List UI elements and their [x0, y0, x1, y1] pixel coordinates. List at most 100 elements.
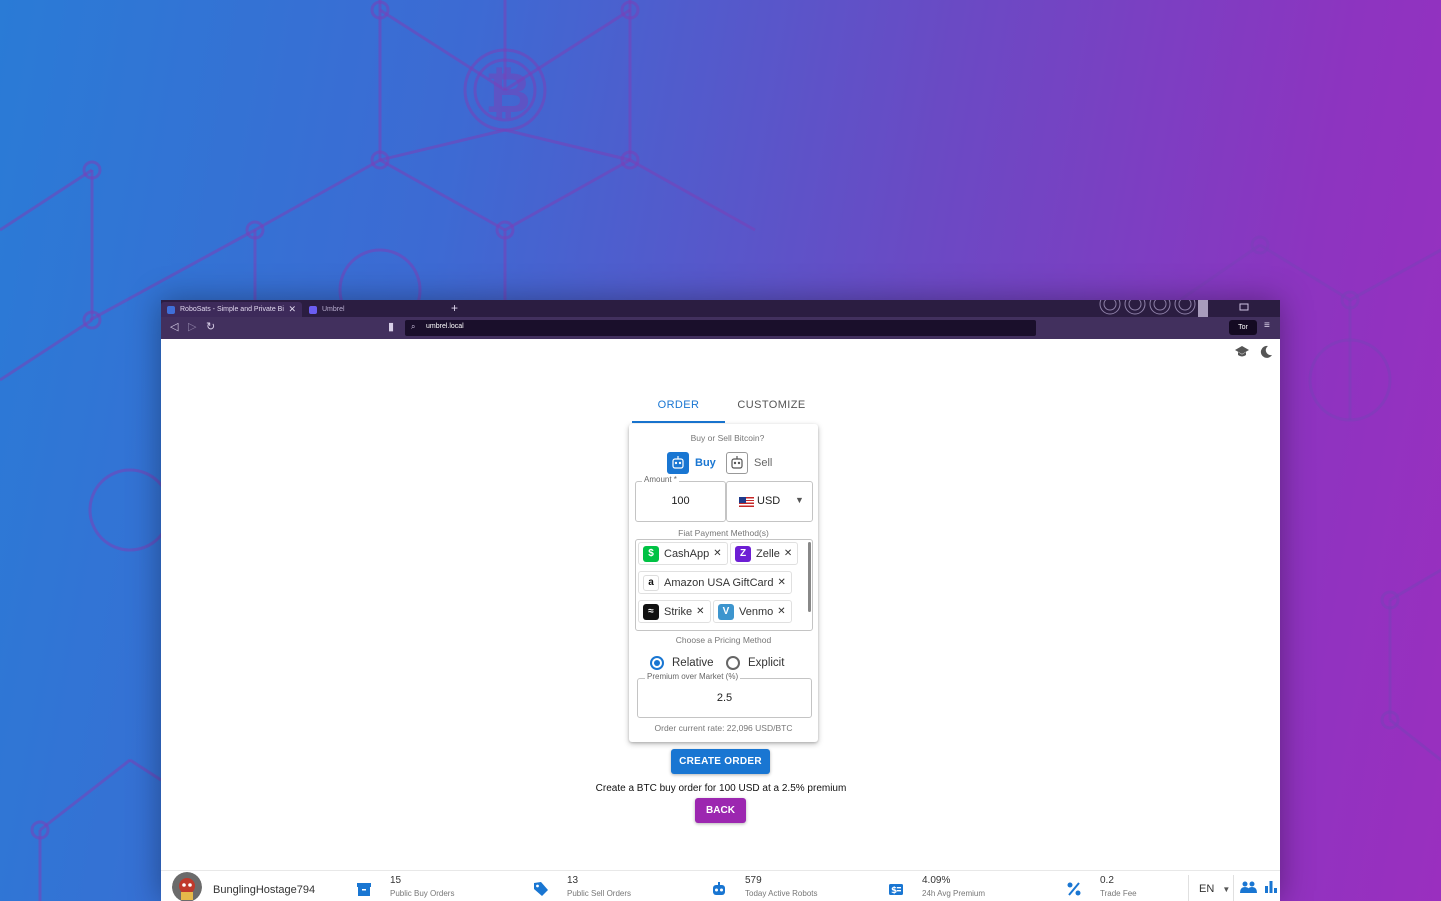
strike-icon: ≈	[643, 603, 659, 620]
stat-label: Trade Fee	[1100, 889, 1137, 898]
dropdown-arrow-icon: ▼	[795, 495, 804, 505]
radio-explicit-label: Explicit	[748, 657, 785, 669]
robot-avatar[interactable]	[172, 872, 202, 901]
chip-label: CashApp	[664, 547, 710, 560]
close-tab-icon[interactable]: ✕	[288, 304, 296, 315]
inventory-icon	[357, 883, 371, 896]
create-order-button[interactable]: CREATE ORDER	[671, 749, 770, 774]
chip-label: Strike	[664, 605, 693, 618]
payment-chip-amazon[interactable]: a Amazon USA GiftCard ✕	[638, 571, 792, 594]
currency-value: USD	[757, 495, 781, 507]
venmo-icon: V	[718, 603, 734, 620]
chip-label: Zelle	[756, 547, 780, 560]
payment-chip-zelle[interactable]: Z Zelle ✕	[730, 542, 799, 565]
cashapp-icon: $	[643, 545, 659, 562]
stat-value: 4.09%	[922, 875, 951, 886]
stat-value: 579	[745, 875, 762, 886]
amazon-icon: a	[643, 574, 659, 591]
umbrel-favicon-icon	[309, 305, 317, 314]
premium-label: Premium over Market (%)	[645, 672, 741, 681]
radio-relative[interactable]: Relative	[650, 656, 714, 670]
remove-chip-icon[interactable]: ✕	[696, 606, 704, 617]
payment-chip-cashapp[interactable]: $ CashApp ✕	[638, 542, 728, 565]
dropdown-arrow-icon: ▼	[1222, 885, 1231, 894]
sell-tag-icon	[534, 882, 548, 896]
premium-field[interactable]: 2.5	[637, 678, 812, 718]
buy-sell-label: Buy or Sell Bitcoin?	[690, 433, 765, 443]
window-decoration-art	[1099, 300, 1249, 317]
learn-mortarboard-icon[interactable]	[1234, 345, 1250, 362]
stat-label: 24h Avg Premium	[922, 889, 985, 898]
buy-toggle[interactable]: Buy	[667, 452, 716, 474]
browser-nav-bar: ◁ ▷ ↻ ▮ ⌕ umbrel.local Tor ≡	[161, 317, 1280, 339]
browser-window: RoboSats - Simple and Private Bi ✕ Umbre…	[161, 300, 1280, 901]
back-arrow-icon[interactable]: ◁	[170, 320, 178, 333]
dark-mode-moon-icon[interactable]	[1259, 345, 1273, 362]
buy-label: Buy	[695, 457, 716, 469]
payment-scrollbar[interactable]	[808, 542, 811, 612]
language-select[interactable]: EN ▼	[1188, 875, 1234, 901]
sell-label: Sell	[754, 457, 773, 469]
order-form-card: Buy or Sell Bitcoin? Buy Sell 100 Amount…	[629, 424, 818, 742]
new-tab-icon[interactable]: +	[451, 301, 458, 315]
tab-order[interactable]: ORDER	[632, 388, 725, 423]
rate-text: Order current rate: 22,096 USD/BTC	[654, 723, 793, 733]
chip-label: Venmo	[739, 605, 774, 618]
tab-customize[interactable]: CUSTOMIZE	[725, 388, 818, 422]
price-change-icon: $	[889, 884, 903, 896]
stat-label: Public Sell Orders	[567, 889, 632, 898]
radio-unchecked-icon	[726, 656, 740, 670]
stat-value: 15	[390, 875, 402, 886]
chip-label: Amazon USA GiftCard	[664, 576, 774, 589]
payment-methods-field[interactable]: $ CashApp ✕ Z Zelle ✕ a Amazon USA GiftC…	[635, 539, 813, 631]
remove-chip-icon[interactable]: ✕	[784, 548, 792, 559]
community-icon[interactable]	[1240, 881, 1257, 893]
amount-value: 100	[671, 495, 690, 507]
exchange-summary-chart-icon[interactable]	[1265, 880, 1277, 893]
reload-icon[interactable]: ↻	[206, 320, 215, 333]
us-flag-icon	[739, 497, 754, 507]
pricing-method-label: Choose a Pricing Method	[675, 635, 772, 645]
browser-tab-title: Umbrel	[322, 306, 345, 313]
browser-menu-icon[interactable]: ≡	[1264, 320, 1270, 331]
language-value: EN	[1199, 883, 1215, 895]
sell-robot-icon	[726, 452, 748, 474]
order-summary-text: Create a BTC buy order for 100 USD at a …	[595, 783, 847, 794]
browser-tab-strip: RoboSats - Simple and Private Bi ✕ Umbre…	[161, 300, 1280, 317]
forward-arrow-icon[interactable]: ▷	[188, 320, 196, 333]
premium-value: 2.5	[716, 692, 733, 704]
payment-methods-label: Fiat Payment Method(s)	[678, 528, 769, 538]
stat-label: Public Buy Orders	[390, 889, 455, 898]
robot-icon	[713, 882, 725, 895]
radio-relative-label: Relative	[672, 657, 714, 669]
bookmark-icon[interactable]: ▮	[388, 320, 394, 333]
tor-button[interactable]: Tor	[1229, 320, 1257, 335]
zelle-icon: Z	[735, 545, 751, 562]
browser-tab-robosats[interactable]: RoboSats - Simple and Private Bi ✕	[161, 302, 302, 317]
robosats-favicon-icon	[167, 305, 175, 314]
stat-label: Today Active Robots	[745, 889, 818, 898]
remove-chip-icon[interactable]: ✕	[777, 606, 785, 617]
radio-explicit[interactable]: Explicit	[726, 656, 784, 670]
sell-toggle[interactable]: Sell	[726, 452, 772, 474]
bottom-stats-bar: BunglingHostage794 15 Public Buy Orders …	[161, 870, 1280, 901]
remove-chip-icon[interactable]: ✕	[713, 548, 721, 559]
search-icon: ⌕	[411, 322, 416, 331]
address-bar[interactable]: ⌕ umbrel.local	[405, 320, 1036, 336]
browser-tab-title: RoboSats - Simple and Private Bi	[180, 306, 284, 313]
svg-text:₿: ₿	[485, 61, 531, 126]
payment-chip-venmo[interactable]: V Venmo ✕	[713, 600, 792, 623]
stat-value: 13	[567, 875, 579, 886]
browser-tab-umbrel[interactable]: Umbrel	[303, 302, 441, 317]
svg-text:$: $	[891, 886, 897, 896]
radio-checked-icon	[650, 656, 664, 670]
amount-label: Amount *	[642, 475, 679, 484]
back-button[interactable]: BACK	[695, 798, 746, 823]
remove-chip-icon[interactable]: ✕	[777, 577, 785, 588]
currency-select[interactable]: USD ▼	[726, 481, 813, 522]
stat-value: 0.2	[1100, 875, 1114, 886]
payment-chip-strike[interactable]: ≈ Strike ✕	[638, 600, 711, 623]
buy-robot-icon	[667, 452, 689, 474]
robot-nickname[interactable]: BunglingHostage794	[213, 884, 315, 896]
amount-field[interactable]: 100	[635, 481, 726, 522]
